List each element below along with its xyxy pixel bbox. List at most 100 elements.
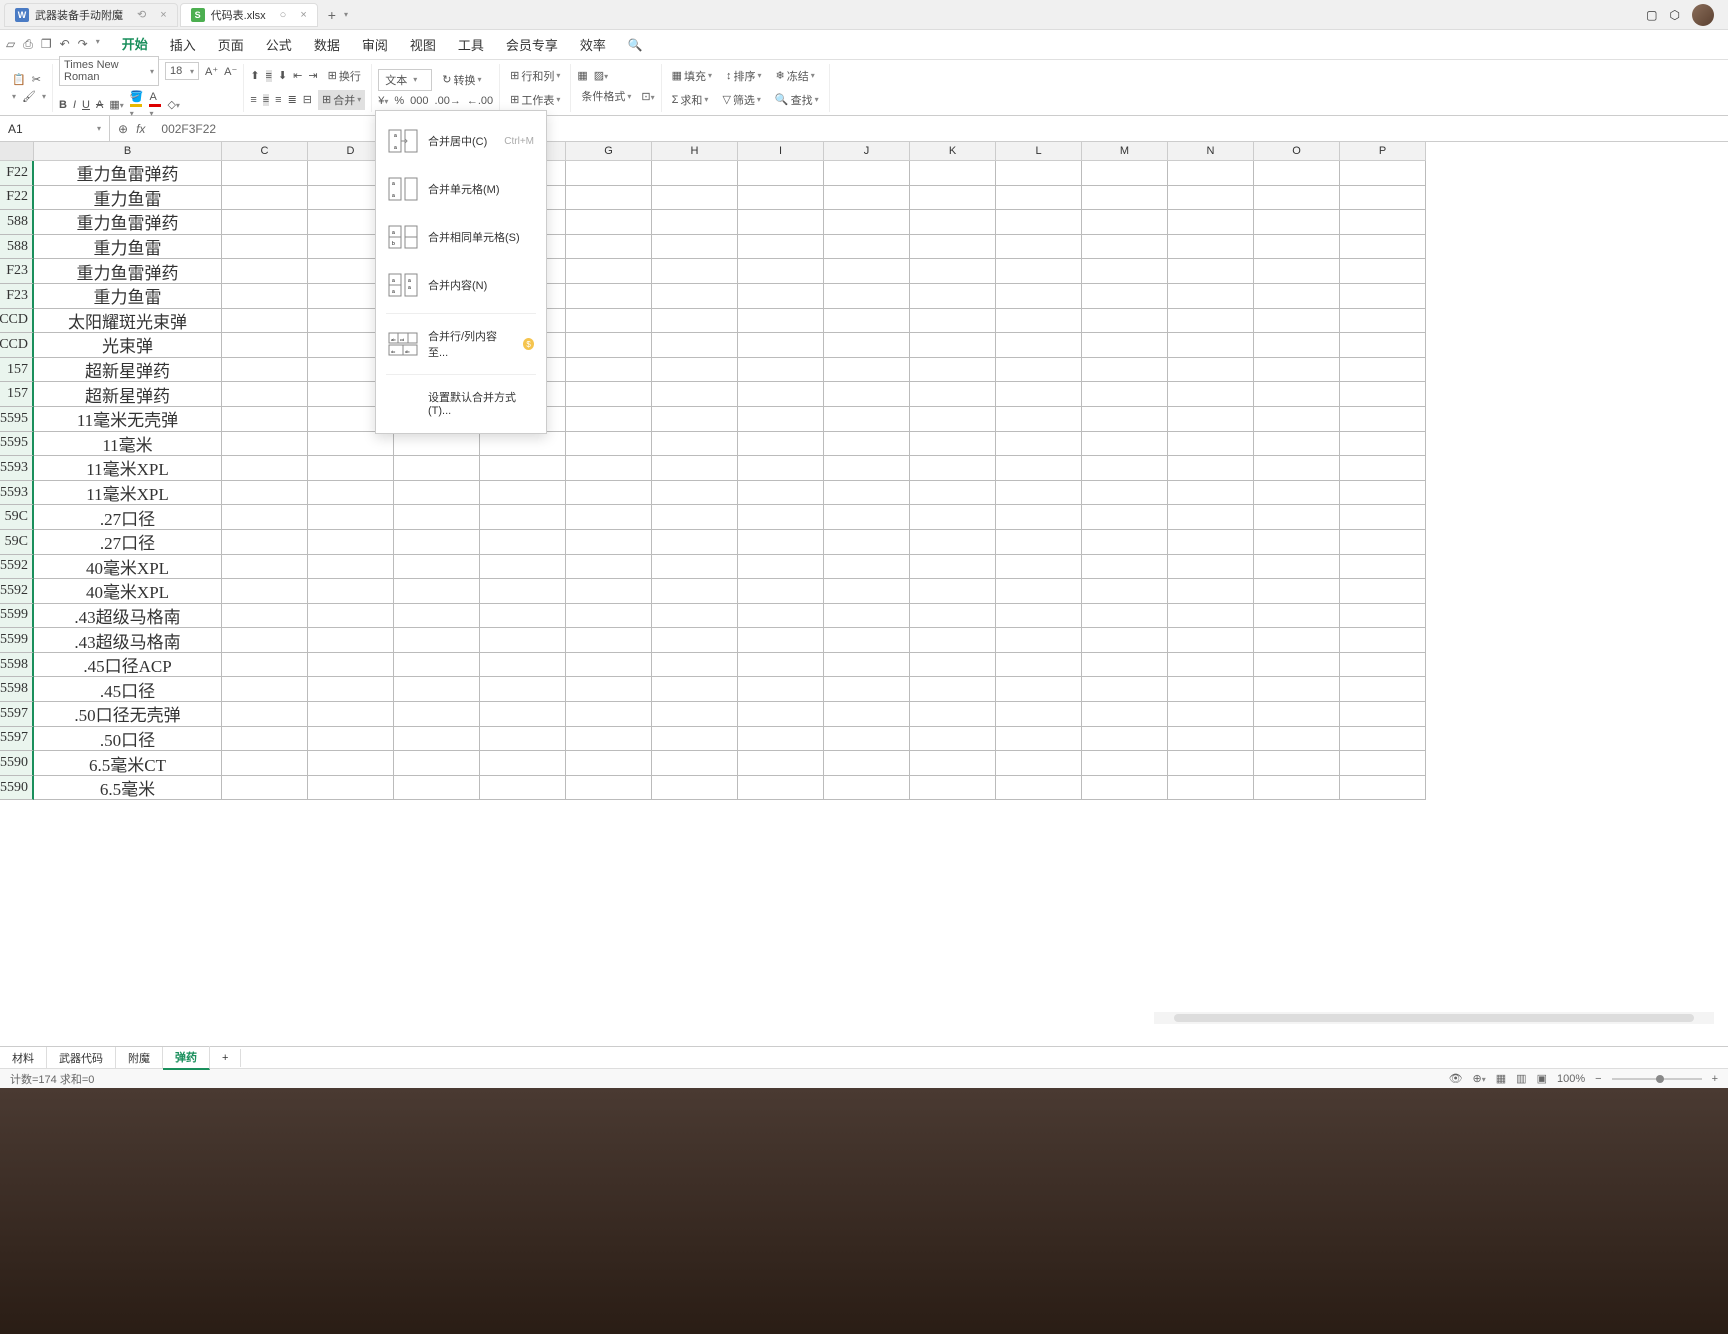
- search-icon[interactable]: 🔍: [628, 38, 643, 52]
- cell[interactable]: [1254, 284, 1340, 309]
- cell[interactable]: [1168, 555, 1254, 580]
- cell[interactable]: [996, 309, 1082, 334]
- cell[interactable]: [1254, 456, 1340, 481]
- cell[interactable]: [1168, 579, 1254, 604]
- spreadsheet-area[interactable]: BCDGHIJKLMNOPF22重力鱼雷弹药F22重力鱼雷588重力鱼雷弹药58…: [0, 142, 1728, 1046]
- cell[interactable]: [824, 259, 910, 284]
- cell[interactable]: [480, 481, 566, 506]
- cell[interactable]: 重力鱼雷弹药: [34, 210, 222, 235]
- zoom-level[interactable]: 100%: [1557, 1073, 1585, 1085]
- cell[interactable]: [1168, 530, 1254, 555]
- cell[interactable]: [738, 358, 824, 383]
- cell[interactable]: [652, 702, 738, 727]
- row-header[interactable]: F22: [0, 186, 34, 211]
- cell[interactable]: [738, 751, 824, 776]
- cell[interactable]: [1340, 210, 1426, 235]
- cell[interactable]: [566, 358, 652, 383]
- cell[interactable]: [394, 505, 480, 530]
- zoom-in-button[interactable]: +: [1712, 1073, 1718, 1085]
- cell[interactable]: [566, 284, 652, 309]
- cell[interactable]: .50口径: [34, 727, 222, 752]
- name-box[interactable]: A1▾: [0, 116, 110, 141]
- row-header[interactable]: CCD: [0, 333, 34, 358]
- row-header[interactable]: 5593: [0, 481, 34, 506]
- cell[interactable]: .27口径: [34, 530, 222, 555]
- cell[interactable]: [910, 776, 996, 801]
- cond-format-button[interactable]: 条件格式▾: [577, 86, 635, 106]
- copy-icon[interactable]: ❐: [41, 37, 52, 52]
- align-top-icon[interactable]: ⬆: [250, 69, 259, 82]
- cell[interactable]: [910, 235, 996, 260]
- cell[interactable]: [824, 382, 910, 407]
- target-icon[interactable]: ⊕▾: [1473, 1072, 1486, 1085]
- cell[interactable]: [652, 235, 738, 260]
- cell[interactable]: [1254, 677, 1340, 702]
- view-normal-icon[interactable]: ▦: [1496, 1072, 1506, 1085]
- cell[interactable]: 6.5毫米CT: [34, 751, 222, 776]
- cell[interactable]: [1254, 186, 1340, 211]
- cell[interactable]: [394, 653, 480, 678]
- cell[interactable]: [1082, 235, 1168, 260]
- cell[interactable]: [1254, 382, 1340, 407]
- clear-format-button[interactable]: ◇▾: [167, 98, 179, 111]
- cell[interactable]: [1082, 456, 1168, 481]
- cell[interactable]: [1082, 432, 1168, 457]
- sum-button[interactable]: Σ 求和▾: [668, 90, 713, 110]
- cell[interactable]: 重力鱼雷: [34, 235, 222, 260]
- cell[interactable]: [824, 161, 910, 186]
- freeze-button[interactable]: ❄ 冻结▾: [772, 66, 819, 86]
- zoom-slider[interactable]: [1612, 1078, 1702, 1080]
- cell[interactable]: [1254, 432, 1340, 457]
- cell[interactable]: [308, 751, 394, 776]
- cell[interactable]: [738, 309, 824, 334]
- cell[interactable]: [738, 677, 824, 702]
- merge-default-item[interactable]: 设置默认合并方式(T)...: [376, 379, 546, 427]
- cell[interactable]: [996, 382, 1082, 407]
- cell[interactable]: [222, 382, 308, 407]
- cell[interactable]: [1254, 751, 1340, 776]
- cell[interactable]: [996, 481, 1082, 506]
- align-bottom-icon[interactable]: ⬇: [278, 69, 287, 82]
- cell[interactable]: [1340, 604, 1426, 629]
- cell[interactable]: [910, 358, 996, 383]
- cell[interactable]: [910, 628, 996, 653]
- row-header[interactable]: 5599: [0, 604, 34, 629]
- menu-view[interactable]: 视图: [400, 31, 446, 58]
- cell[interactable]: [308, 481, 394, 506]
- doc-tab-sheet[interactable]: S 代码表.xlsx ○ ×: [180, 3, 318, 27]
- cell[interactable]: [308, 505, 394, 530]
- column-header[interactable]: M: [1082, 142, 1168, 161]
- comma-icon[interactable]: 000: [410, 95, 428, 107]
- cell[interactable]: [1168, 259, 1254, 284]
- justify-icon[interactable]: ≣: [288, 93, 297, 106]
- menu-member[interactable]: 会员专享: [496, 31, 568, 58]
- more-icon[interactable]: ▾: [96, 37, 100, 52]
- cell[interactable]: [910, 382, 996, 407]
- cell[interactable]: [1340, 284, 1426, 309]
- column-header[interactable]: O: [1254, 142, 1340, 161]
- number-format-select[interactable]: 文本▾: [378, 69, 432, 91]
- cell[interactable]: [566, 628, 652, 653]
- cell[interactable]: [652, 309, 738, 334]
- cell[interactable]: [996, 702, 1082, 727]
- cell[interactable]: [738, 530, 824, 555]
- cell[interactable]: [308, 776, 394, 801]
- cell[interactable]: [480, 702, 566, 727]
- cut-icon[interactable]: ✂: [32, 73, 41, 86]
- row-header[interactable]: F23: [0, 284, 34, 309]
- cell[interactable]: [1254, 702, 1340, 727]
- column-header[interactable]: H: [652, 142, 738, 161]
- cell[interactable]: [738, 776, 824, 801]
- merge-row-col-item[interactable]: abcddcdb 合并行/列内容至... $: [376, 318, 546, 370]
- cell[interactable]: [308, 555, 394, 580]
- cell[interactable]: [996, 235, 1082, 260]
- view-break-icon[interactable]: ▣: [1537, 1072, 1547, 1085]
- merge-center-item[interactable]: aa 合并居中(C) Ctrl+M: [376, 117, 546, 165]
- underline-button[interactable]: U: [82, 99, 90, 111]
- cell[interactable]: [566, 432, 652, 457]
- cell[interactable]: [996, 259, 1082, 284]
- cell[interactable]: [652, 751, 738, 776]
- fill-color-button[interactable]: 🪣▾: [130, 90, 144, 119]
- cell[interactable]: [1340, 358, 1426, 383]
- row-header[interactable]: 5598: [0, 677, 34, 702]
